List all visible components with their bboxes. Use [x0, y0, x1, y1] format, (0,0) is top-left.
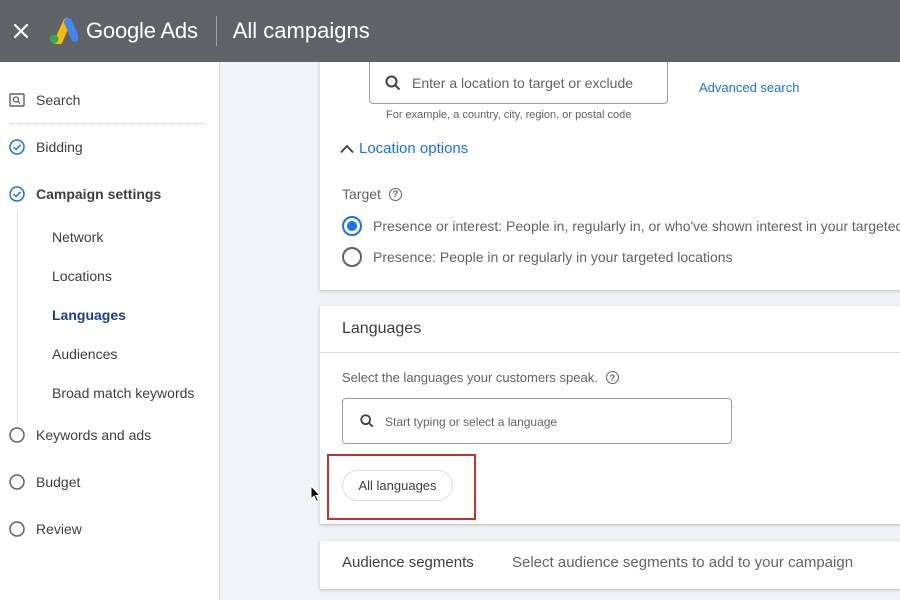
location-search-field[interactable] — [369, 62, 668, 104]
header-divider — [215, 16, 217, 46]
sub-items-line — [17, 210, 18, 424]
sidebar: Search Bidding Campaign settings Network… — [0, 62, 220, 600]
sidebar-item-label: Search — [36, 92, 81, 108]
sidebar-divider — [10, 123, 205, 124]
chevron-up-icon — [340, 144, 354, 153]
circle-icon — [9, 474, 25, 490]
languages-divider — [320, 352, 900, 353]
target-label: Target — [342, 186, 381, 202]
sidebar-item-search[interactable]: Search — [0, 85, 220, 115]
all-languages-chip[interactable]: All languages — [342, 470, 453, 501]
location-options-label: Location options — [359, 140, 469, 157]
sub-item-broad-match-keywords[interactable]: Broad match keywords — [52, 382, 194, 404]
top-bar: Google Ads All campaigns — [0, 0, 900, 62]
sub-item-locations[interactable]: Locations — [52, 265, 112, 287]
sub-item-network[interactable]: Network — [52, 226, 103, 248]
google-ads-logo-icon — [49, 18, 78, 44]
location-search-input[interactable] — [412, 74, 652, 91]
sub-item-audiences[interactable]: Audiences — [52, 343, 117, 365]
radio-button-selected[interactable] — [342, 216, 362, 236]
languages-description: Select the languages your customers spea… — [342, 370, 598, 385]
google-ads-logo: Google Ads — [48, 18, 198, 44]
mouse-cursor-icon — [310, 485, 322, 503]
advanced-search-link[interactable]: Advanced search — [699, 80, 799, 95]
search-icon — [360, 414, 374, 428]
target-option-presence-or-interest[interactable]: Presence or interest: People in, regular… — [342, 216, 900, 236]
radio-button[interactable] — [342, 247, 362, 267]
sub-item-languages[interactable]: Languages — [52, 304, 126, 326]
language-search-field[interactable] — [342, 398, 732, 444]
circle-icon — [9, 427, 25, 443]
sidebar-item-review[interactable]: Review — [0, 514, 220, 544]
search-icon — [385, 75, 401, 90]
audience-segments-title: Audience segments — [342, 554, 474, 571]
audience-segments-description: Select audience segments to add to your … — [512, 554, 854, 571]
sidebar-item-campaign-settings[interactable]: Campaign settings — [0, 179, 220, 209]
sidebar-item-label: Budget — [36, 474, 81, 490]
search-icon — [9, 92, 25, 108]
help-icon[interactable]: ? — [605, 371, 619, 384]
radio-label: Presence or interest: People in, regular… — [373, 218, 900, 234]
sidebar-item-bidding[interactable]: Bidding — [0, 132, 220, 162]
sidebar-item-budget[interactable]: Budget — [0, 467, 220, 497]
radio-label: Presence: People in or regularly in your… — [373, 249, 733, 265]
languages-description-row: Select the languages your customers spea… — [342, 370, 619, 385]
languages-title: Languages — [342, 320, 422, 337]
target-option-presence[interactable]: Presence: People in or regularly in your… — [342, 247, 733, 267]
check-circle-icon — [9, 186, 25, 202]
sidebar-item-label: Bidding — [36, 139, 83, 155]
sidebar-item-keywords-and-ads[interactable]: Keywords and ads — [0, 420, 220, 450]
language-search-input[interactable] — [385, 413, 625, 429]
close-icon — [13, 23, 29, 39]
page-title: All campaigns — [232, 18, 370, 43]
location-options-toggle[interactable]: Location options — [340, 140, 468, 157]
brand-name: Google Ads — [86, 18, 198, 43]
sidebar-item-label: Review — [36, 521, 82, 537]
help-icon[interactable]: ? — [388, 187, 402, 201]
target-label-row: Target ? — [342, 186, 402, 202]
close-button[interactable] — [0, 0, 42, 62]
check-circle-icon — [9, 139, 25, 155]
sidebar-item-label: Campaign settings — [36, 186, 162, 202]
sidebar-item-label: Keywords and ads — [36, 427, 152, 443]
circle-icon — [9, 521, 25, 537]
location-helper-text: For example, a country, city, region, or… — [386, 109, 632, 121]
